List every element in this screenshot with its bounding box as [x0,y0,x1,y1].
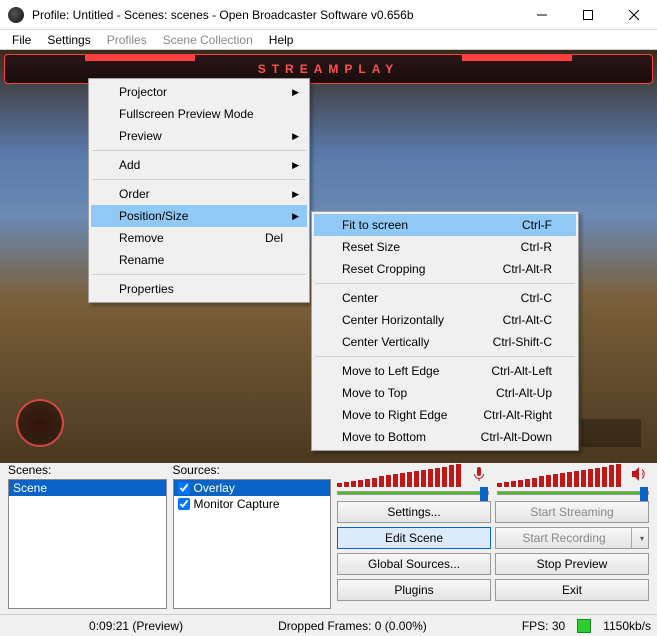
window-title: Profile: Untitled - Scenes: scenes - Ope… [32,8,519,22]
bitrate-indicator [577,619,591,633]
menu-item[interactable]: Fit to screenCtrl-F [314,214,576,236]
titlebar: Profile: Untitled - Scenes: scenes - Ope… [0,0,657,30]
stop-preview-button[interactable]: Stop Preview [495,553,649,575]
controls-panel: Settings... Start Streaming Edit Scene S… [337,463,649,609]
chevron-right-icon: ▶ [292,87,299,98]
bottom-panels: Scenes: Scene Sources: OverlayMonitor Ca… [8,463,649,609]
menu-item[interactable]: Reset CroppingCtrl-Alt-R [314,258,576,280]
chevron-right-icon: ▶ [292,131,299,142]
vu-meters [337,463,649,487]
volume-sliders [337,491,649,495]
menu-item[interactable]: Move to TopCtrl-Alt-Up [314,382,576,404]
menu-item[interactable]: Add▶ [91,154,307,176]
menu-item[interactable]: Reset SizeCtrl-R [314,236,576,258]
menu-item[interactable]: Order▶ [91,183,307,205]
menu-item[interactable]: Rename [91,249,307,271]
settings-button[interactable]: Settings... [337,501,491,523]
mic-icon[interactable] [471,466,487,485]
context-menu-main: Projector▶Fullscreen Preview ModePreview… [88,78,310,303]
list-item[interactable]: Monitor Capture [174,496,331,512]
menu-item[interactable]: Projector▶ [91,81,307,103]
menu-item[interactable]: Properties [91,278,307,300]
chevron-right-icon: ▶ [292,189,299,200]
menu-help[interactable]: Help [261,31,302,49]
status-bar: 0:09:21 (Preview) Dropped Frames: 0 (0.0… [0,614,657,636]
status-fps: FPS: 30 [522,619,565,633]
app-icon [8,7,24,23]
menu-item[interactable]: CenterCtrl-C [314,287,576,309]
speaker-icon[interactable] [631,466,649,485]
menu-profiles[interactable]: Profiles [99,31,155,49]
scenes-panel: Scenes: Scene [8,463,167,609]
menubar: File Settings Profiles Scene Collection … [0,30,657,50]
menu-item[interactable]: Center VerticallyCtrl-Shift-C [314,331,576,353]
menu-scene-collection[interactable]: Scene Collection [155,31,261,49]
menu-item[interactable]: Fullscreen Preview Mode [91,103,307,125]
chevron-down-icon[interactable]: ▾ [640,534,644,543]
close-button[interactable] [611,0,657,30]
menu-item[interactable]: RemoveDel [91,227,307,249]
source-checkbox[interactable] [178,498,190,510]
list-item[interactable]: Scene [9,480,166,496]
sources-listbox[interactable]: OverlayMonitor Capture [173,479,332,609]
sources-panel: Sources: OverlayMonitor Capture [173,463,332,609]
menu-file[interactable]: File [4,31,39,49]
button-grid: Settings... Start Streaming Edit Scene S… [337,501,649,601]
chevron-right-icon: ▶ [292,211,299,222]
desktop-volume-slider[interactable] [497,491,649,495]
status-bitrate: 1150kb/s [603,619,651,633]
start-recording-button[interactable]: Start Recording▾ [495,527,649,549]
start-streaming-button[interactable]: Start Streaming [495,501,649,523]
menu-settings[interactable]: Settings [39,31,98,49]
menu-item[interactable]: Move to Right EdgeCtrl-Alt-Right [314,404,576,426]
sources-label: Sources: [173,463,332,477]
chevron-right-icon: ▶ [292,160,299,171]
menu-item[interactable]: Move to BottomCtrl-Alt-Down [314,426,576,448]
overlay-brand: STREAMPLAY [258,62,400,76]
maximize-button[interactable] [565,0,611,30]
global-sources-button[interactable]: Global Sources... [337,553,491,575]
source-checkbox[interactable] [178,482,190,494]
edit-scene-button[interactable]: Edit Scene [337,527,491,549]
list-item[interactable]: Overlay [174,480,331,496]
menu-item[interactable]: Preview▶ [91,125,307,147]
hud-radar [16,399,64,447]
scenes-listbox[interactable]: Scene [8,479,167,609]
context-menu-position-size: Fit to screenCtrl-FReset SizeCtrl-RReset… [311,211,579,451]
plugins-button[interactable]: Plugins [337,579,491,601]
mic-volume-slider[interactable] [337,491,489,495]
status-time: 0:09:21 (Preview) [89,619,183,633]
menu-item[interactable]: Move to Left EdgeCtrl-Alt-Left [314,360,576,382]
minimize-button[interactable] [519,0,565,30]
status-dropped: Dropped Frames: 0 (0.00%) [278,619,427,633]
scenes-label: Scenes: [8,463,167,477]
menu-item[interactable]: Center HorizontallyCtrl-Alt-C [314,309,576,331]
menu-item[interactable]: Position/Size▶ [91,205,307,227]
exit-button[interactable]: Exit [495,579,649,601]
